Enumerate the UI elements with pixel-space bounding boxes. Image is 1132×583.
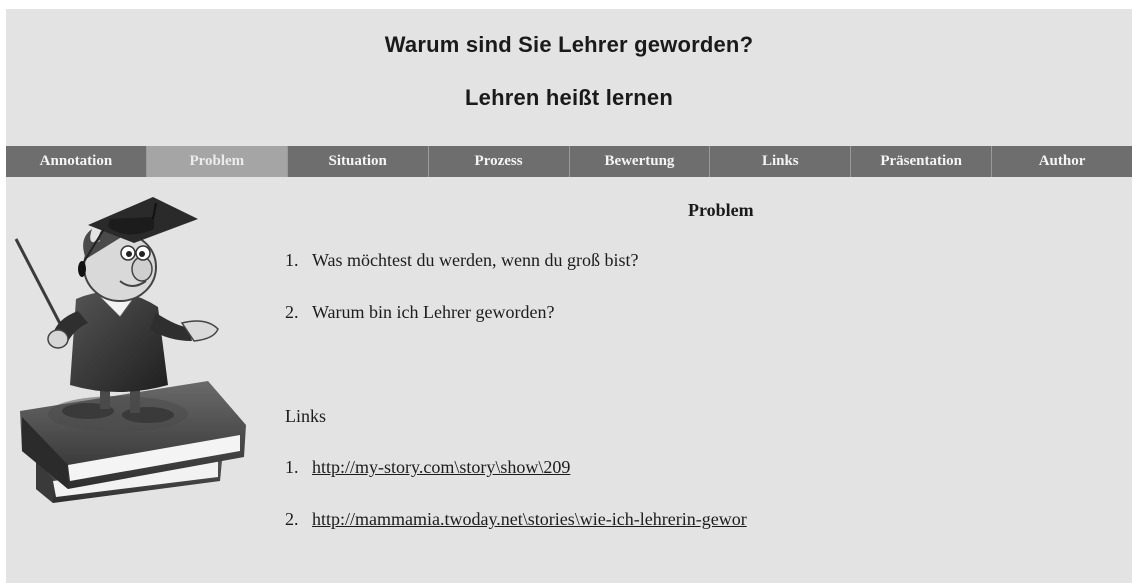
page: Warum sind Sie Lehrer geworden? Lehren h… xyxy=(6,9,1132,583)
link-mammamia[interactable]: http://mammamia.twoday.net\stories\wie-i… xyxy=(312,509,747,529)
page-title: Warum sind Sie Lehrer geworden? xyxy=(384,32,754,57)
nav-item-bewertung[interactable]: Bewertung xyxy=(570,146,711,177)
link-my-story[interactable]: http://my-story.com\story\show\209 xyxy=(312,457,570,477)
nav-item-links[interactable]: Links xyxy=(710,146,852,177)
section-heading: Problem xyxy=(688,200,754,220)
question-text: Warum bin ich Lehrer geworden? xyxy=(312,302,555,322)
nav-item-prozess[interactable]: Prozess xyxy=(429,146,570,177)
list-item: 2. http://mammamia.twoday.net\stories\wie… xyxy=(285,509,747,529)
list-item: 1. Was möchtest du werden, wenn du groß b… xyxy=(285,250,639,270)
teacher-on-books-icon xyxy=(14,197,246,503)
nav-item-annotation[interactable]: Annotation xyxy=(6,146,147,177)
links-label: Links xyxy=(285,406,327,426)
list-item: 1. http://my-story.com\story\show\209 xyxy=(285,457,571,477)
list-item: 2. Warum bin ich Lehrer geworden? xyxy=(285,302,555,322)
nav-item-situation[interactable]: Situation xyxy=(288,146,429,177)
nav-item-problem[interactable]: Problem xyxy=(146,146,288,177)
page-subtitle: Lehren heißt lernen xyxy=(465,85,673,110)
nav-item-author[interactable]: Author xyxy=(992,146,1132,177)
question-text: Was möchtest du werden, wenn du groß bis… xyxy=(312,250,639,270)
nav-item-praesentation[interactable]: Präsentation xyxy=(851,146,993,177)
main-nav: Annotation Problem Situation Prozess Bew… xyxy=(6,146,1132,177)
